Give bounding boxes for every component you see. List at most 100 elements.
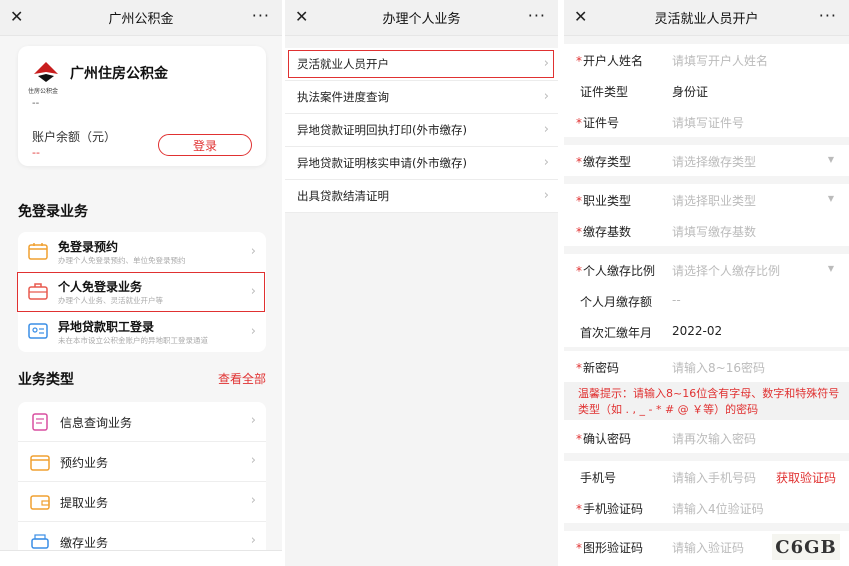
field-new-password[interactable]: *新密码 请输入8~16密码 (564, 351, 849, 382)
dropdown-arrow-icon: ▼ (827, 264, 834, 273)
image-code-input[interactable]: 请输入验证码 (672, 539, 744, 556)
balance-label: 账户余额（元） (32, 130, 117, 144)
field-label: *开户人姓名 (576, 54, 644, 68)
menu-item-loan-verify[interactable]: 异地贷款证明核实申请(外市缴存) › (285, 147, 558, 180)
password-tip: 温馨提示：请输入8~16位含有字母、数字和特殊符号类型（如 . , _ - * … (564, 382, 849, 420)
captcha-image[interactable]: C6GB (772, 534, 840, 560)
close-icon[interactable]: ✕ (574, 7, 587, 26)
chevron-right-icon: › (543, 188, 549, 203)
more-icon[interactable]: ··· (528, 6, 546, 25)
more-icon[interactable]: ··· (252, 6, 270, 25)
ratio-select[interactable]: 请选择个人缴存比例 (672, 262, 780, 279)
account-open-panel: ✕ 灵活就业人员开户 ··· *开户人姓名 请填写开户人姓名 证件类型 身份证 … (561, 0, 849, 566)
business-info-query[interactable]: 信息查询业务 › (18, 402, 266, 442)
field-image-code[interactable]: *图形验证码 请输入验证码 C6GB (564, 531, 849, 562)
dropdown-arrow-icon: ▼ (827, 155, 834, 164)
id-type-value: 身份证 (672, 85, 709, 99)
service-free-appointment[interactable]: 免登录预约 办理个人免登录预约、单位免登录预约 › (18, 232, 266, 272)
calendar-icon (28, 243, 48, 260)
menu-item-loan-clearance[interactable]: 出具贷款结清证明 › (285, 180, 558, 213)
field-label: *图形验证码 (576, 541, 644, 555)
printer-icon (31, 534, 49, 549)
close-icon[interactable]: ✕ (295, 7, 308, 26)
brand-name: 广州住房公积金 (70, 66, 168, 82)
field-label: *新密码 (576, 361, 620, 375)
document-icon (32, 413, 48, 431)
field-sms-code[interactable]: *手机验证码 请输入4位验证码 (564, 492, 849, 523)
name-input[interactable]: 请填写开户人姓名 (672, 52, 768, 69)
chevron-right-icon: › (250, 324, 256, 339)
more-icon[interactable]: ··· (819, 6, 837, 25)
personal-business-panel: ✕ 办理个人业务 ··· 灵活就业人员开户 › 执法案件进度查询 › 异地贷款证… (282, 0, 558, 566)
service-title: 异地贷款职工登录 (58, 320, 155, 334)
deposit-type-select[interactable]: 请选择缴存类型 (672, 153, 756, 170)
divider (564, 176, 849, 184)
field-label: *证件号 (576, 116, 620, 130)
divider (564, 36, 849, 44)
service-title: 免登录预约 (58, 240, 119, 254)
business-title: 提取业务 (60, 496, 109, 510)
close-icon[interactable]: ✕ (10, 7, 23, 26)
field-label: *缴存基数 (576, 225, 632, 239)
chevron-right-icon: › (543, 122, 549, 137)
field-personal-ratio[interactable]: *个人缴存比例 请选择个人缴存比例 ▼ (564, 254, 849, 285)
sms-code-input[interactable]: 请输入4位验证码 (672, 500, 764, 517)
chevron-right-icon: › (250, 244, 256, 259)
top-bar: ✕ 广州公积金 ··· (0, 0, 282, 36)
calendar-icon (30, 455, 50, 471)
view-all-link[interactable]: 查看全部 (218, 370, 266, 387)
dropdown-arrow-icon: ▼ (827, 194, 834, 203)
chevron-right-icon: › (543, 155, 549, 170)
confirm-password-input[interactable]: 请再次输入密码 (672, 430, 756, 447)
business-withdrawal[interactable]: 提取业务 › (18, 482, 266, 522)
id-number-input[interactable]: 请填写证件号 (672, 114, 744, 131)
new-password-input[interactable]: 请输入8~16密码 (672, 359, 765, 376)
field-id-type: 证件类型 身份证 (564, 75, 849, 106)
login-button[interactable]: 登录 (158, 134, 252, 156)
account-card: 住房公积金 广州住房公积金 -- 账户余额（元） -- 登录 (18, 46, 266, 166)
phone-input[interactable]: 请输入手机号码 (672, 469, 756, 486)
business-title: 预约业务 (60, 456, 109, 470)
field-label: 首次汇缴年月 (580, 326, 653, 340)
business-appointment[interactable]: 预约业务 › (18, 442, 266, 482)
field-deposit-base[interactable]: *缴存基数 请填写缴存基数 (564, 215, 849, 246)
menu-item-label: 执法案件进度查询 (297, 90, 389, 104)
menu-item-label: 异地贷款证明核实申请(外市缴存) (297, 156, 467, 170)
highlight-box (17, 272, 265, 312)
field-job-type[interactable]: *职业类型 请选择职业类型 ▼ (564, 184, 849, 215)
field-label: 个人月缴存额 (580, 295, 653, 309)
business-title: 信息查询业务 (60, 416, 133, 430)
chevron-right-icon: › (250, 413, 256, 428)
field-deposit-type[interactable]: *缴存类型 请选择缴存类型 ▼ (564, 145, 849, 176)
top-bar: ✕ 办理个人业务 ··· (285, 0, 558, 36)
field-account-holder-name[interactable]: *开户人姓名 请填写开户人姓名 (564, 44, 849, 75)
page-title: 广州公积金 (108, 12, 174, 27)
chevron-right-icon: › (250, 453, 256, 468)
menu-item-case-progress[interactable]: 执法案件进度查询 › (285, 81, 558, 114)
field-label: *个人缴存比例 (576, 264, 656, 278)
section-title-business: 业务类型 (18, 372, 74, 388)
field-first-month: 首次汇缴年月 2022-02 (564, 316, 849, 347)
job-type-select[interactable]: 请选择职业类型 (672, 192, 756, 209)
get-code-button[interactable]: 获取验证码 (776, 469, 836, 486)
field-monthly-deposit: 个人月缴存额 -- (564, 285, 849, 316)
divider (564, 246, 849, 254)
menu-item-label: 异地贷款证明回执打印(外市缴存) (297, 123, 467, 137)
field-label: 证件类型 (580, 85, 629, 99)
service-remote-loan-login[interactable]: 异地贷款职工登录 未在本市设立公积金账户的异地职工登录通道 › (18, 312, 266, 352)
field-id-number[interactable]: *证件号 请填写证件号 (564, 106, 849, 137)
monthly-deposit-value: -- (672, 293, 681, 307)
menu-item-loan-receipt-print[interactable]: 异地贷款证明回执打印(外市缴存) › (285, 114, 558, 147)
bottom-tab-bar (0, 550, 282, 566)
field-confirm-password[interactable]: *确认密码 请再次输入密码 (564, 422, 849, 453)
divider (564, 523, 849, 531)
field-phone[interactable]: 手机号 请输入手机号码 获取验证码 (564, 461, 849, 492)
divider (564, 137, 849, 145)
top-bar: ✕ 灵活就业人员开户 ··· (564, 0, 849, 36)
chevron-right-icon: › (250, 533, 256, 548)
field-label: *缴存类型 (576, 155, 632, 169)
business-title: 缴存业务 (60, 536, 109, 550)
divider (564, 453, 849, 461)
page-title: 灵活就业人员开户 (654, 12, 759, 27)
deposit-base-input[interactable]: 请填写缴存基数 (672, 223, 756, 240)
